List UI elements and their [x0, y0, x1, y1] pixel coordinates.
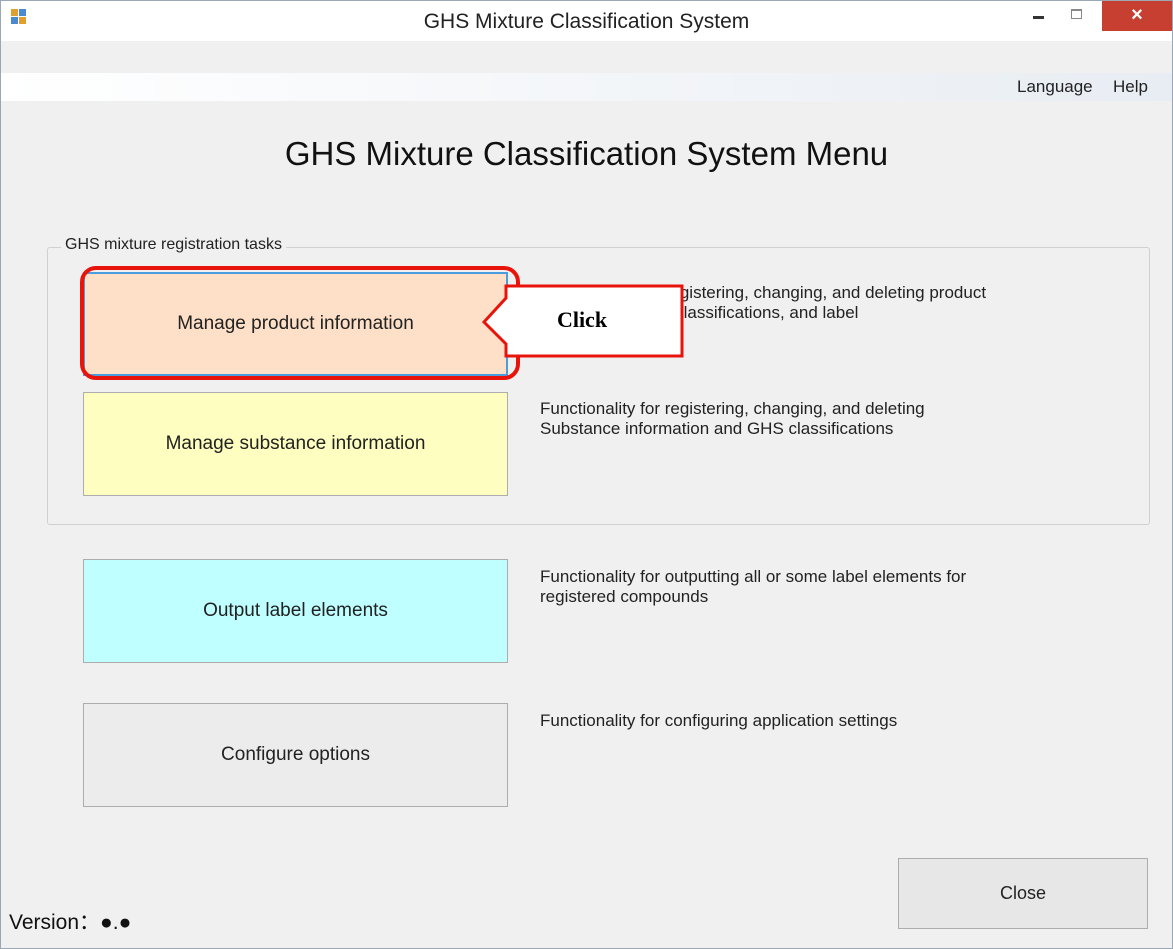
- version-label: Version：●.●: [9, 911, 132, 934]
- minimize-icon: [1033, 16, 1044, 19]
- configure-options-button[interactable]: Configure options: [83, 703, 508, 807]
- click-callout: Click: [481, 284, 684, 363]
- click-label: Click: [556, 307, 608, 332]
- minimize-button[interactable]: [1021, 1, 1057, 31]
- maximize-icon: [1071, 9, 1082, 19]
- click-highlight-frame: [80, 266, 520, 380]
- maximize-button[interactable]: [1057, 1, 1097, 31]
- title-bar: GHS Mixture Classification System ×: [1, 1, 1172, 41]
- app-window: GHS Mixture Classification System × Lang…: [0, 0, 1173, 949]
- menu-bar: Language Help: [1, 73, 1172, 101]
- window-close-button[interactable]: ×: [1102, 1, 1172, 31]
- output-label-elements-button[interactable]: Output label elements: [83, 559, 508, 663]
- window-title: GHS Mixture Classification System: [423, 10, 750, 33]
- menu-language[interactable]: Language: [1017, 73, 1093, 101]
- group-title: GHS mixture registration tasks: [61, 236, 286, 254]
- manage-substance-information-button[interactable]: Manage substance information: [83, 392, 508, 496]
- page-title: GHS Mixture Classification System Menu: [284, 135, 889, 172]
- output-label-description: Functionality for outputting all or some…: [540, 567, 967, 606]
- manage-substance-description: Functionality for registering, changing,…: [540, 399, 925, 438]
- menu-help[interactable]: Help: [1113, 73, 1148, 101]
- close-button[interactable]: Close: [898, 858, 1148, 929]
- configure-options-description: Functionality for configuring applicatio…: [540, 711, 898, 730]
